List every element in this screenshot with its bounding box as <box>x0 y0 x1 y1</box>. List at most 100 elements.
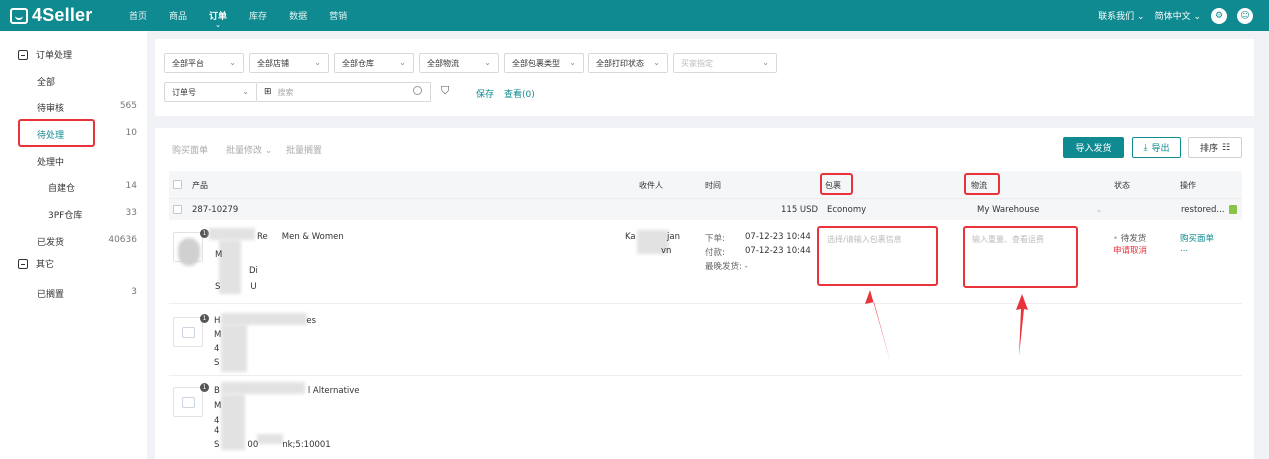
view-saved-link[interactable]: 查看(0) <box>504 87 535 100</box>
warehouse-select[interactable]: 全部仓库 ⌄ <box>334 53 414 73</box>
store-name-text: restored... <box>1181 205 1225 215</box>
search-icon[interactable] <box>413 86 422 95</box>
product-thumbnail[interactable] <box>173 317 203 347</box>
annotation-arrow <box>865 290 891 364</box>
redacted-area <box>178 238 200 266</box>
sidebar-item-label: 待审核 <box>37 104 65 114</box>
store-name: restored... <box>1181 205 1237 215</box>
user-avatar-icon[interactable]: ☺ <box>1237 7 1253 24</box>
sort-icon: ☷ <box>1221 142 1231 153</box>
search-input[interactable]: ⊞ 搜索 <box>257 82 431 102</box>
sort-label: 排序 <box>1199 144 1218 154</box>
buyer-specified-select[interactable]: 买家指定 ⌄ <box>673 53 777 73</box>
search-type-select[interactable]: 订单号 ⌄ <box>164 82 257 102</box>
annotation-highlight-box <box>820 173 853 195</box>
chevron-down-icon: ⌄ <box>242 87 249 96</box>
buy-label-button[interactable]: 购买面单 <box>172 143 208 156</box>
arrow-shape <box>1016 294 1028 356</box>
language-menu[interactable]: 简体中文 ⌄ <box>1155 9 1201 22</box>
column-header-action: 操作 <box>1180 181 1196 190</box>
nav-products[interactable]: 商品 <box>158 0 198 31</box>
nav-home[interactable]: 首页 <box>118 0 158 31</box>
package-type-select[interactable]: 全部包裹类型 ⌄ <box>504 53 584 73</box>
status-badge: • 待发货 <box>1113 232 1146 244</box>
batch-edit-menu[interactable]: 批量修改 ⌄ <box>226 143 272 156</box>
nav-data[interactable]: 数据 <box>278 0 318 31</box>
main-nav: 首页 商品 订单 ⌄ 库存 数据 营销 <box>118 0 358 31</box>
product-meta: M <box>214 401 222 411</box>
store-select[interactable]: 全部店铺 ⌄ <box>249 53 329 73</box>
product-meta: M <box>215 250 223 260</box>
save-filter-link[interactable]: 保存 <box>476 87 494 100</box>
image-icon <box>182 327 195 338</box>
chevron-down-icon: ⌄ <box>229 58 236 67</box>
redacted-area <box>209 228 255 240</box>
nav-inventory[interactable]: 库存 <box>238 0 278 31</box>
export-button[interactable]: ⤓ 导出 <box>1132 137 1181 158</box>
cancel-request-status: 申请取消 <box>1113 246 1148 256</box>
nav-marketing[interactable]: 营销 <box>318 0 358 31</box>
select-all-checkbox[interactable] <box>173 180 182 189</box>
product-meta-part: nk;5:10001 <box>282 440 331 450</box>
sidebar-item-count: 3 <box>131 287 137 297</box>
quantity-badge: 1 <box>200 229 209 238</box>
platform-select[interactable]: 全部平台 ⌄ <box>164 53 244 73</box>
grid-icon: ⊞ <box>264 87 272 97</box>
arrow-shape <box>865 290 891 364</box>
status-dot-icon: • <box>1113 234 1119 244</box>
warehouse-select[interactable]: My Warehouse ⌄ <box>977 205 1102 215</box>
sidebar-item-label: 自建仓 <box>48 184 76 194</box>
latest-ship-time: 最晚发货: - <box>705 262 748 272</box>
print-status-select[interactable]: 全部打印状态 ⌄ <box>588 53 668 73</box>
sidebar-item-count: 565 <box>119 101 137 111</box>
sidebar-item-pending-review[interactable]: 待审核 565 <box>0 97 147 117</box>
image-icon <box>182 397 195 408</box>
sidebar-item-shipped[interactable]: 已发货 40636 <box>0 231 147 251</box>
logo[interactable]: 4Seller <box>10 5 118 26</box>
filter-icon[interactable]: ⛉ <box>441 84 449 98</box>
annotation-highlight-box <box>817 226 938 286</box>
export-label: 导出 <box>1151 144 1170 154</box>
sidebar: 订单处理 全部 待审核 565 待处理 10 处理中 自建仓 14 3PF仓库 … <box>0 31 147 459</box>
more-actions[interactable]: ... <box>1180 244 1188 254</box>
annotation-highlight-box <box>963 226 1078 288</box>
sidebar-item-own-warehouse[interactable]: 自建仓 14 <box>0 177 147 197</box>
chevron-down-icon: ⌄ <box>762 58 769 67</box>
product-title-part: es <box>306 316 317 326</box>
package-type-select-value: 全部包裹类型 <box>512 58 560 68</box>
sidebar-item-count: 40636 <box>108 235 137 245</box>
batch-hold-button[interactable]: 批量搁置 <box>286 143 322 156</box>
contact-us-menu[interactable]: 联系我们 ⌄ <box>1098 9 1144 22</box>
table-row: 1 Hes M 4 S <box>169 304 1242 376</box>
product-meta-part: S <box>214 440 220 450</box>
chevron-down-icon: ⌄ <box>1095 205 1103 215</box>
logistics-select[interactable]: 全部物流 ⌄ <box>419 53 499 73</box>
sidebar-item-all[interactable]: 全部 <box>0 71 147 91</box>
pay-time-label: 付款: <box>705 248 725 258</box>
product-meta: S <box>214 358 220 368</box>
product-thumbnail[interactable] <box>173 387 203 417</box>
top-navbar: 4Seller 首页 商品 订单 ⌄ 库存 数据 营销 联系我们 ⌄ 简体中文 ⌄… <box>0 0 1269 31</box>
sidebar-item-processing[interactable]: 处理中 <box>0 151 147 171</box>
product-meta-part: 00 <box>247 440 259 450</box>
product-meta: 4 <box>214 426 220 436</box>
column-header-time: 时间 <box>705 181 721 190</box>
settings-icon[interactable]: ⚙ <box>1211 7 1227 24</box>
buy-label-action[interactable]: 购买面单 <box>1180 232 1214 244</box>
platform-select-value: 全部平台 <box>172 58 204 68</box>
nav-orders[interactable]: 订单 ⌄ <box>198 0 238 31</box>
product-meta: M <box>214 330 222 340</box>
product-title: Bl Alternative <box>214 386 360 396</box>
sidebar-item-on-hold[interactable]: 已搁置 3 <box>0 283 147 303</box>
sidebar-group-label: 其它 <box>36 260 55 270</box>
product-title-part: H <box>214 316 221 326</box>
print-status-select-value: 全部打印状态 <box>596 58 644 68</box>
table-row: 1 Bl Alternative M 4 4 S 00 nk;5:10001 <box>169 376 1242 459</box>
order-checkbox[interactable] <box>173 205 182 214</box>
sidebar-group-other: 其它 <box>18 257 54 270</box>
import-ship-button[interactable]: 导入发货 <box>1063 137 1124 158</box>
sidebar-item-count: 10 <box>125 128 137 138</box>
sort-button[interactable]: 排序 ☷ <box>1188 137 1242 158</box>
app-name: 4Seller <box>32 5 93 25</box>
sidebar-item-3pf-warehouse[interactable]: 3PF仓库 33 <box>0 204 147 224</box>
